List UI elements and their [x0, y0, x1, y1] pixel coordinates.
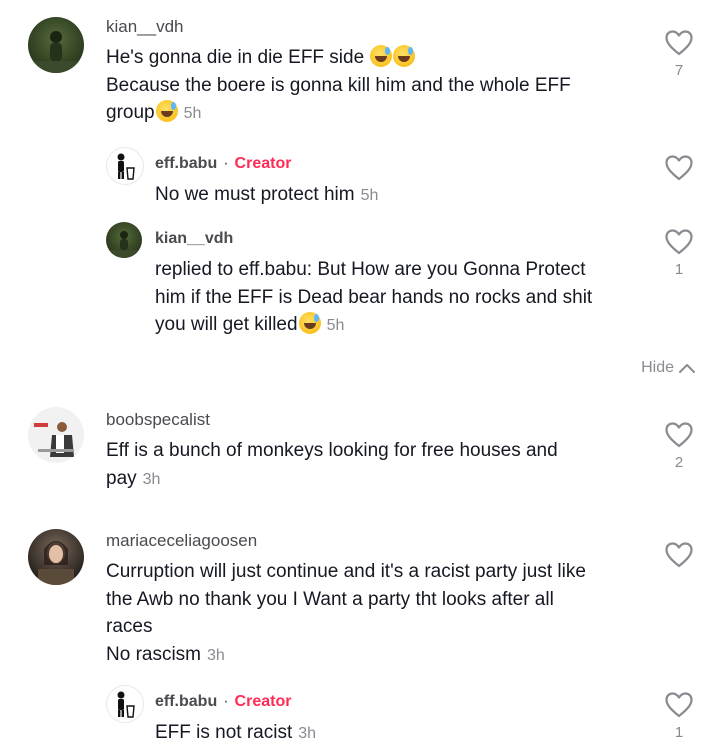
reply-time: 5h [326, 317, 345, 334]
like-button[interactable] [664, 155, 694, 187]
avatar-figure [106, 231, 142, 258]
comment-username[interactable]: mariaceceliagoosen [106, 531, 257, 551]
separator-dot: · [223, 155, 229, 172]
like-count: 1 [674, 261, 684, 278]
comment-line: the Awb no thank you I Want a party tht … [106, 588, 554, 610]
heart-outline-icon [665, 155, 693, 181]
separator-dot: · [223, 693, 229, 710]
chevron-up-icon [679, 364, 695, 373]
comment-line: Because the boere is gonna kill him and … [106, 74, 571, 96]
like-count: 2 [674, 454, 684, 471]
comment-username[interactable]: kian__vdh [106, 17, 184, 37]
avatar-figure [38, 541, 74, 585]
avatar-kian-vdh[interactable] [106, 222, 142, 258]
comment-line: Eff is a bunch of monkeys looking for fr… [106, 440, 558, 461]
comment-text: He's gonna die in die EFF side Because t… [106, 44, 646, 128]
like-button[interactable]: 2 [664, 422, 694, 471]
reply-line: you will get killed [155, 314, 298, 335]
like-count: 7 [674, 62, 684, 79]
avatar-mariaceceliagoosen[interactable] [28, 529, 84, 585]
comment-text: Eff is a bunch of monkeys looking for fr… [106, 437, 646, 493]
creator-tag: Creator [234, 155, 292, 172]
like-button[interactable]: 1 [664, 229, 694, 278]
avatar-eff-babu[interactable] [106, 685, 144, 723]
reply-username-line: eff.babu · Creator [155, 155, 291, 173]
like-button[interactable]: 7 [664, 30, 694, 79]
reply-username[interactable]: eff.babu [155, 155, 217, 172]
comment-time: 3h [207, 646, 225, 664]
creator-tag: Creator [234, 693, 292, 710]
reply-text: EFF is not racist 3h [155, 719, 316, 748]
heart-outline-icon [665, 30, 693, 56]
laugh-sweat-emoji-icon [155, 100, 178, 122]
reply-line: him if the EFF is Dead bear hands no roc… [155, 286, 593, 308]
laugh-sweat-emoji-icon [298, 312, 321, 334]
comment-line: Curruption will just continue and it's a… [106, 561, 586, 582]
avatar-figure [34, 422, 74, 457]
comment-line: races [106, 616, 153, 637]
avatar-figure [28, 31, 84, 73]
comment-line: He's gonna die in die EFF side [106, 47, 365, 68]
reply-time: 3h [298, 725, 317, 742]
laugh-sweat-emoji-icon [393, 45, 416, 67]
reply-text: No we must protect him 5h [155, 181, 378, 210]
like-button[interactable] [664, 542, 694, 574]
avatar-figure [117, 153, 135, 180]
reply-line: No we must protect him [155, 184, 355, 205]
hide-label: Hide [641, 359, 674, 376]
heart-outline-icon [665, 692, 693, 718]
heart-outline-icon [665, 229, 693, 255]
reply-line: replied to eff.babu: But How are you Gon… [155, 259, 586, 280]
heart-outline-icon [665, 422, 693, 448]
avatar-kian-vdh[interactable] [28, 17, 84, 73]
comment-line: group [106, 102, 155, 123]
heart-outline-icon [665, 542, 693, 568]
reply-username[interactable]: kian__vdh [155, 230, 233, 248]
reply-text: replied to eff.babu: But How are you Gon… [155, 256, 655, 340]
reply-time: 5h [360, 187, 379, 204]
reply-username[interactable]: eff.babu [155, 693, 217, 710]
comment-line: No rascism [106, 643, 202, 665]
comment-text: Curruption will just continue and it's a… [106, 558, 666, 669]
reply-username-line: eff.babu · Creator [155, 693, 291, 711]
reply-line: EFF is not racist [155, 722, 293, 743]
avatar-boobspecalist[interactable] [28, 407, 84, 463]
avatar-eff-babu[interactable] [106, 147, 144, 185]
like-count: 1 [674, 724, 684, 741]
comment-time: 5h [183, 105, 202, 122]
comment-line: pay [106, 467, 137, 489]
like-button[interactable]: 1 [664, 692, 694, 741]
hide-replies-button[interactable]: Hide [641, 359, 696, 377]
avatar-figure [117, 691, 135, 718]
laugh-sweat-emoji-icon [370, 45, 393, 67]
comment-time: 3h [142, 470, 161, 488]
comment-username[interactable]: boobspecalist [106, 410, 210, 430]
